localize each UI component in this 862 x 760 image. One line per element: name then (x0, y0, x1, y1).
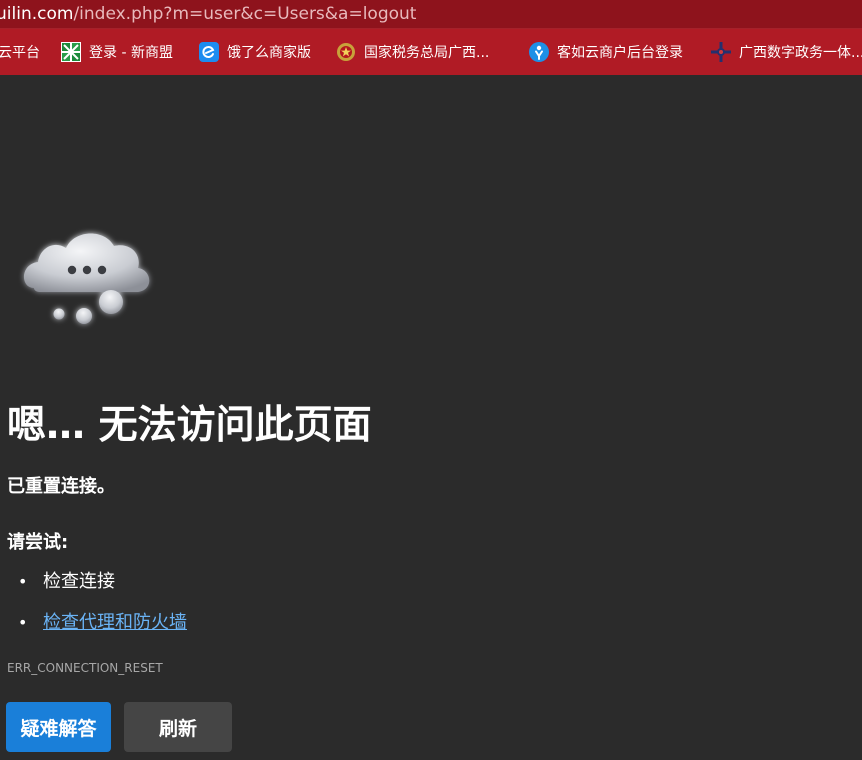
gov-service-icon (711, 42, 731, 62)
page-title: 嗯… 无法访问此页面 (7, 403, 372, 448)
tax-emblem-icon (336, 42, 356, 62)
suggestion-list: 检查连接 检查代理和防火墙 (0, 568, 187, 650)
bookmark-cloud-platform[interactable]: 云平台 (0, 29, 40, 75)
error-code: ERR_CONNECTION_RESET (7, 661, 163, 675)
list-item: 检查连接 (0, 568, 187, 609)
grid-logo-icon (61, 42, 81, 62)
bookmark-label: 饿了么商家版 (227, 45, 311, 61)
check-connection-text: 检查连接 (43, 571, 115, 592)
bookmark-label: 国家税务总局广西... (364, 45, 490, 61)
eleme-icon (199, 42, 219, 62)
error-description: 已重置连接。 (7, 476, 115, 497)
bookmark-guangxi-gov-service[interactable]: 广西数字政务一体... (711, 29, 862, 75)
bookmark-label: 广西数字政务一体... (739, 45, 862, 61)
bookmark-keruyun-login[interactable]: 客如云商户后台登录 (529, 29, 683, 75)
bookmark-label: 登录 - 新商盟 (89, 45, 173, 61)
bookmark-label: 云平台 (0, 45, 40, 61)
cloud-error-icon (18, 226, 158, 336)
bookmark-label: 客如云商户后台登录 (557, 45, 683, 61)
check-proxy-firewall-link[interactable]: 检查代理和防火墙 (43, 612, 187, 633)
bookmarks-bar: 云平台 登录 - 新商盟 饿了么商家版 国家税务总局广西... 客如云商户后台登… (0, 29, 862, 75)
error-page: 嗯… 无法访问此页面 已重置连接。 请尝试: 检查连接 检查代理和防火墙 ERR… (0, 76, 862, 760)
url-path: /index.php?m=user&c=Users&a=logout (73, 4, 417, 24)
try-label: 请尝试: (7, 532, 69, 553)
address-bar[interactable]: uilin.com/index.php?m=user&c=Users&a=log… (0, 0, 862, 29)
keruyun-icon (529, 42, 549, 62)
bookmark-xinshangmeng-login[interactable]: 登录 - 新商盟 (61, 29, 173, 75)
troubleshoot-button[interactable]: 疑难解答 (6, 702, 111, 752)
bookmark-tax-bureau[interactable]: 国家税务总局广西... (336, 29, 489, 75)
list-item: 检查代理和防火墙 (0, 609, 187, 650)
refresh-button[interactable]: 刷新 (124, 702, 232, 752)
url-host: uilin.com (0, 4, 74, 24)
bookmark-eleme-merchant[interactable]: 饿了么商家版 (199, 29, 311, 75)
